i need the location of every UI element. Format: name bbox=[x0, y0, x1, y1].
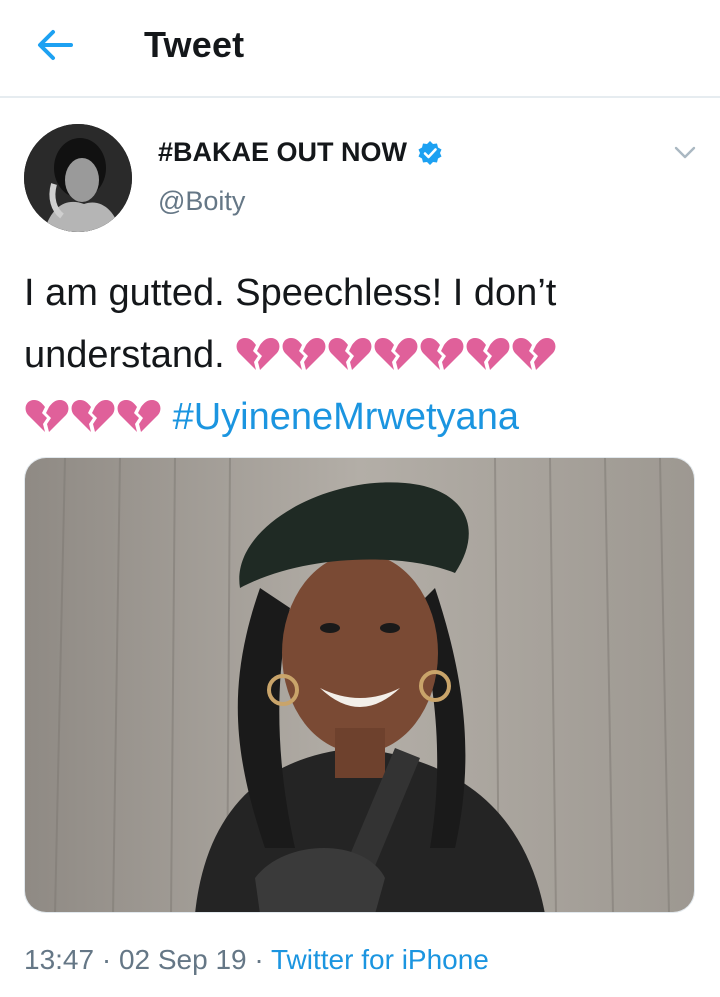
broken-heart-icon bbox=[374, 337, 418, 370]
broken-heart-icon bbox=[420, 337, 464, 370]
tweet-text-line: I am gutted. Speechless! I don’t bbox=[24, 272, 557, 314]
page-title: Tweet bbox=[144, 24, 245, 65]
tweet-text-line: #UyineneMrwetyana bbox=[24, 386, 704, 448]
tweet-timestamp: 13:47 · 02 Sep 19 · bbox=[24, 944, 271, 975]
back-button[interactable] bbox=[30, 22, 80, 68]
tweet-image[interactable] bbox=[24, 457, 695, 913]
broken-heart-icon bbox=[328, 337, 372, 370]
broken-heart-icon bbox=[466, 337, 510, 370]
broken-heart-emoji-group bbox=[24, 396, 162, 436]
arrow-left-icon bbox=[38, 30, 73, 60]
broken-heart-icon bbox=[117, 399, 161, 432]
user-handle[interactable]: @Boity bbox=[158, 186, 245, 217]
avatar[interactable] bbox=[24, 124, 132, 232]
broken-heart-icon bbox=[512, 337, 556, 370]
verified-badge-icon bbox=[418, 140, 442, 165]
chevron-down-icon bbox=[674, 146, 696, 159]
author-name-row[interactable]: #BAKAE OUT NOW bbox=[158, 137, 443, 168]
display-name: #BAKAE OUT NOW bbox=[158, 137, 407, 167]
broken-heart-icon bbox=[236, 337, 280, 370]
broken-heart-icon bbox=[282, 337, 326, 370]
broken-heart-emoji-group bbox=[235, 334, 557, 374]
avatar-photo bbox=[24, 124, 132, 232]
tweet-text-word: understand. bbox=[24, 334, 225, 376]
top-app-bar: Tweet bbox=[0, 0, 720, 98]
tweet-text: I am gutted. Speechless! I don’t underst… bbox=[24, 262, 704, 448]
hashtag-link[interactable]: #UyineneMrwetyana bbox=[173, 396, 519, 438]
tweet-options-button[interactable] bbox=[670, 138, 700, 168]
tweet-meta: 13:47 · 02 Sep 19 · Twitter for iPhone bbox=[24, 944, 489, 976]
tweet-photo bbox=[25, 458, 694, 912]
tweet-text-line: understand. bbox=[24, 324, 704, 386]
broken-heart-icon bbox=[71, 399, 115, 432]
tweet-source-link[interactable]: Twitter for iPhone bbox=[271, 944, 489, 975]
broken-heart-icon bbox=[25, 399, 69, 432]
